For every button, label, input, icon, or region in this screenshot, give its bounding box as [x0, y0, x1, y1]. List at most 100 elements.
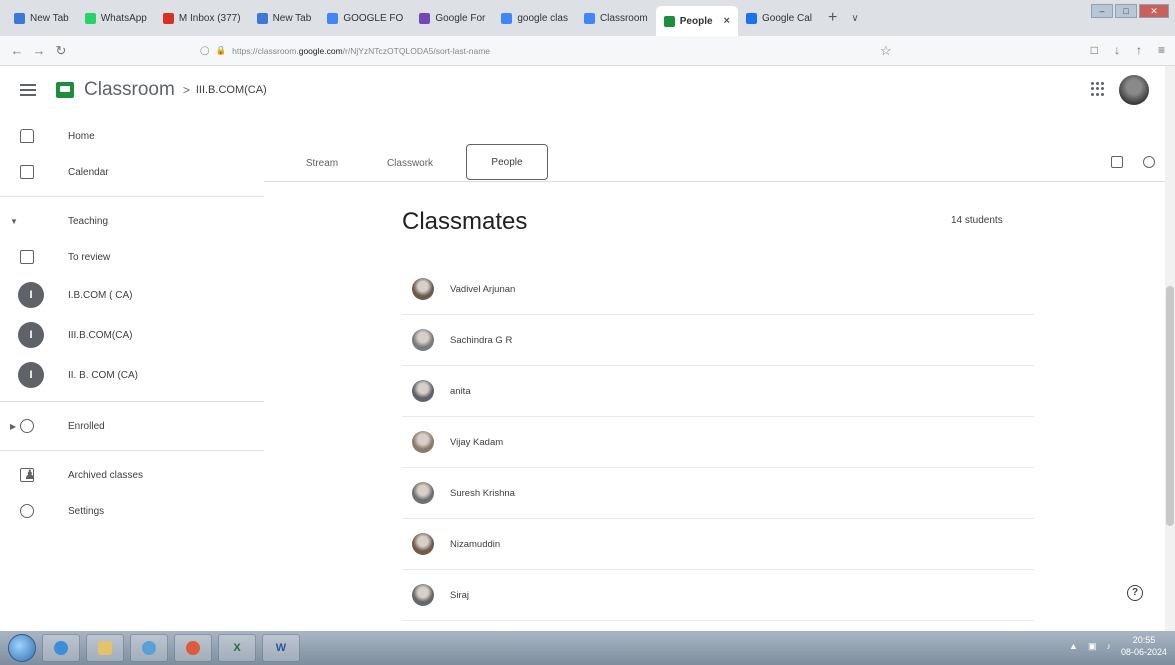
tray-arrow-icon[interactable]: ▲	[1069, 641, 1078, 651]
sidebar-item-enrolled[interactable]: ▶ Enrolled	[0, 408, 264, 444]
classmate-row[interactable]: Nizamuddin	[402, 519, 1034, 570]
classmate-row[interactable]: anita	[402, 366, 1034, 417]
sidebar-item-archived[interactable]: Archived classes	[0, 457, 264, 493]
sidebar-item-label: To review	[68, 251, 111, 263]
calendar-icon[interactable]	[1111, 156, 1123, 168]
tab-label: google clas	[517, 12, 568, 24]
browser-toolbar: ← → ↻ ◯ 🔒 https://classroom.google.com/r…	[0, 36, 1175, 66]
avatar	[412, 584, 434, 606]
classmate-row[interactable]: Sachindra G R	[402, 315, 1034, 366]
clock[interactable]: 20:55 08-06-2024	[1121, 634, 1167, 658]
pocket-icon[interactable]: □	[1091, 43, 1098, 57]
sidebar-divider	[0, 196, 264, 197]
browser-tab[interactable]: GOOGLE FO	[319, 5, 411, 31]
shield-icon: ◯	[200, 45, 210, 55]
browser-tab[interactable]: Google For	[411, 5, 493, 31]
help-icon[interactable]: ?	[1127, 585, 1143, 601]
browser-tab[interactable]: Google Cal	[738, 5, 820, 31]
breadcrumb-class[interactable]: III.B.COM(CA)	[196, 84, 267, 96]
classmate-row[interactable]: Vadivel Arjunan	[402, 264, 1034, 315]
tab-stream[interactable]: Stream	[292, 144, 352, 182]
address-bar[interactable]: ◯ 🔒 https://classroom.google.com/r/NjYzN…	[200, 40, 840, 62]
browser-tab[interactable]: WhatsApp	[77, 5, 155, 31]
main-menu-icon[interactable]	[20, 81, 36, 99]
maximize-icon[interactable]: □	[1115, 4, 1137, 18]
classroom-logo[interactable]	[56, 82, 74, 98]
back-icon[interactable]: ←	[6, 43, 28, 58]
taskbar-media[interactable]	[130, 634, 168, 662]
classmate-row[interactable]: Siraj	[402, 570, 1034, 621]
classmate-name: Suresh Krishna	[450, 487, 515, 499]
browser-tab[interactable]: People ×	[655, 6, 738, 36]
sidebar-item-label: Calendar	[68, 166, 109, 178]
bookmark-star-icon[interactable]: ☆	[880, 43, 892, 59]
volume-icon[interactable]: ♪	[1106, 641, 1111, 651]
sidebar-item-class[interactable]: I III.B.COM(CA)	[0, 315, 264, 355]
browser-tab[interactable]: Classroom	[576, 5, 656, 31]
download-icon[interactable]: ↓	[1114, 43, 1120, 57]
close-tab-icon[interactable]: ×	[724, 15, 730, 27]
scrollbar-thumb[interactable]	[1166, 286, 1174, 526]
tab-classwork[interactable]: Classwork	[372, 144, 448, 182]
app-title[interactable]: Classroom	[84, 79, 175, 101]
classmate-row[interactable]: Vijay Kadam	[402, 417, 1034, 468]
tab-label: M Inbox (377)	[178, 12, 241, 24]
taskbar-ie[interactable]	[42, 634, 80, 662]
chevron-down-icon[interactable]: ▼	[10, 217, 18, 226]
sidebar-item-calendar[interactable]: Calendar	[0, 154, 264, 190]
calendar-icon	[20, 165, 34, 179]
class-settings-gear-icon[interactable]	[1143, 156, 1155, 168]
class-list: I I.B.COM ( CA) I III.B.COM(CA) I II. B. COM …	[0, 275, 264, 395]
sidebar-item-home[interactable]: Home	[0, 118, 264, 154]
tab-favicon-icon	[256, 12, 268, 24]
tab-list-chevron-icon[interactable]: ∨	[845, 13, 864, 24]
sidebar-item-to-review[interactable]: To review	[0, 239, 264, 275]
close-window-icon[interactable]: ✕	[1139, 4, 1169, 18]
taskbar-word[interactable]: W	[262, 634, 300, 662]
browser-tab[interactable]: New Tab	[249, 5, 320, 31]
section-title: Classmates	[402, 208, 528, 235]
taskbar-explorer[interactable]	[86, 634, 124, 662]
student-count: 14 students	[951, 215, 1003, 226]
sidebar-item-class[interactable]: I I.B.COM ( CA)	[0, 275, 264, 315]
taskbar-excel[interactable]: X	[218, 634, 256, 662]
menu-icon[interactable]: ≡	[1158, 43, 1165, 57]
extensions-icon[interactable]: ↑	[1136, 43, 1142, 57]
tab-label: People	[679, 15, 713, 27]
browser-tab[interactable]: M Inbox (377)	[155, 5, 249, 31]
avatar	[412, 278, 434, 300]
network-icon[interactable]: ▣	[1088, 641, 1097, 652]
account-avatar[interactable]	[1119, 75, 1149, 105]
url-prefix: https://classroom.	[232, 45, 299, 56]
classmate-name: Vadivel Arjunan	[450, 283, 516, 295]
classmate-name: Vijay Kadam	[450, 436, 504, 448]
start-button[interactable]	[8, 634, 36, 662]
tab-people[interactable]: People	[466, 144, 548, 180]
reload-icon[interactable]: ↻	[50, 43, 72, 59]
chevron-right-icon[interactable]: ▶	[10, 422, 16, 431]
browser-tab[interactable]: New Tab	[6, 5, 77, 31]
classmate-name: Nizamuddin	[450, 538, 501, 550]
browser-tab[interactable]: google clas	[493, 5, 576, 31]
ie-icon	[54, 641, 68, 655]
sidebar-item-settings[interactable]: Settings	[0, 493, 264, 529]
avatar	[412, 380, 434, 402]
system-tray: ▲ ▣ ♪ 20:55 08-06-2024	[1069, 634, 1167, 658]
avatar	[412, 431, 434, 453]
tab-favicon-icon	[583, 12, 595, 24]
sidebar-item-label: III.B.COM(CA)	[68, 329, 133, 341]
browser-actions: □ ↓ ↑ ≡	[1091, 43, 1165, 57]
forward-icon[interactable]: →	[28, 43, 50, 58]
lock-icon: 🔒	[215, 45, 227, 55]
tab-favicon-icon	[84, 12, 96, 24]
google-apps-icon[interactable]	[1091, 82, 1105, 96]
sidebar-item-teaching[interactable]: ▼ ♟ Teaching	[0, 203, 264, 483]
classmate-row[interactable]: Suresh Krishna	[402, 468, 1034, 519]
new-tab-button[interactable]: +	[820, 9, 845, 27]
page-scrollbar[interactable]	[1165, 66, 1175, 631]
class-avatar: I	[18, 362, 44, 388]
taskbar-chrome[interactable]	[174, 634, 212, 662]
minimize-icon[interactable]: –	[1091, 4, 1113, 18]
sidebar-item-class[interactable]: I II. B. COM (CA)	[0, 355, 264, 395]
sidebar-item-label: Settings	[68, 505, 105, 517]
